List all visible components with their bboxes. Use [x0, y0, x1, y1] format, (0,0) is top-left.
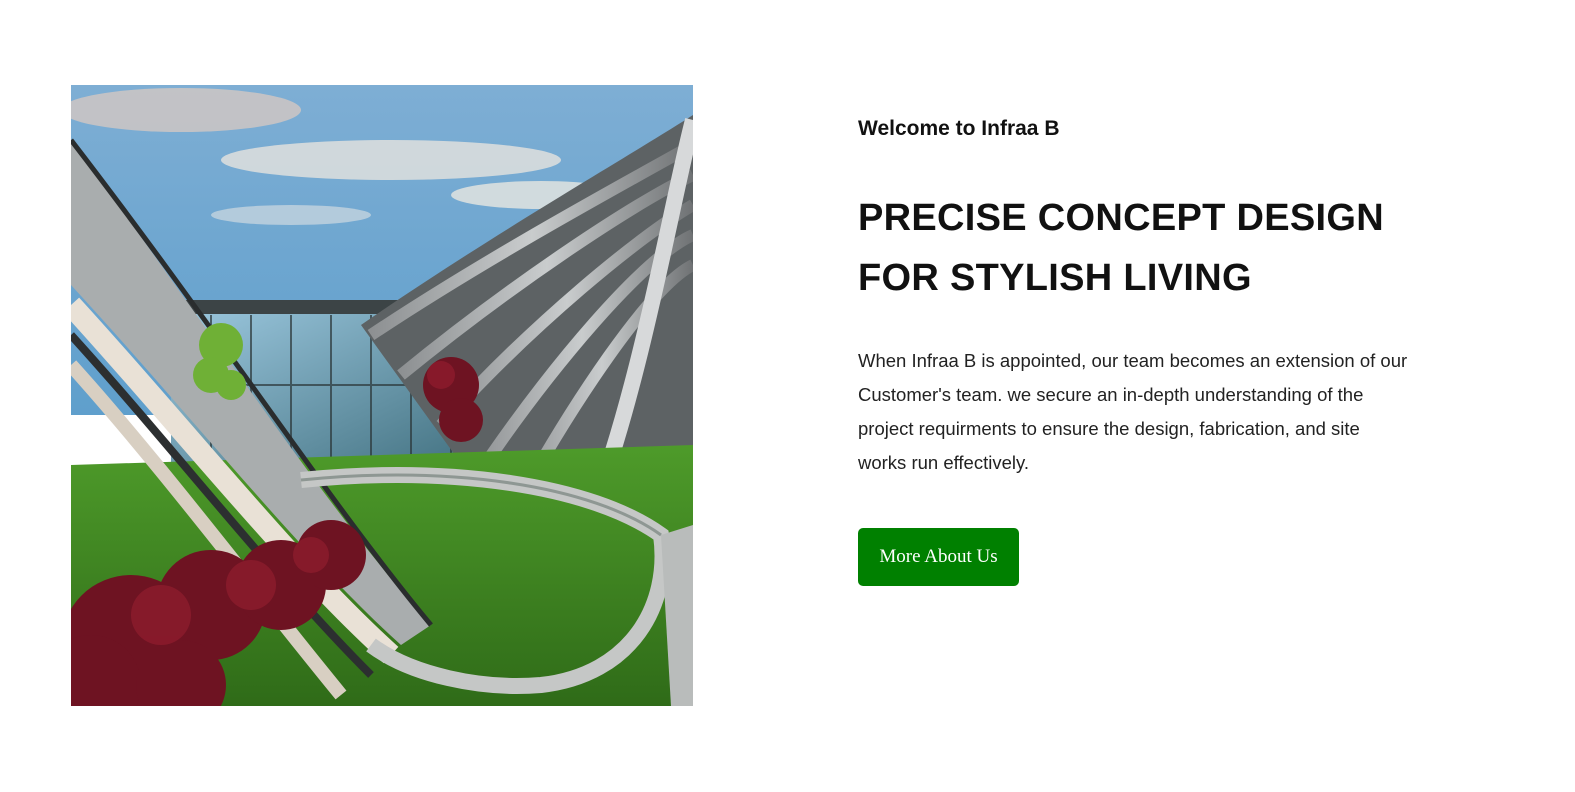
hero-image [71, 85, 693, 706]
headline-line-1: PRECISE CONCEPT DESIGN [858, 197, 1385, 239]
section-description: When Infraa B is appointed, our team bec… [858, 350, 1408, 473]
building-illustration [71, 85, 693, 706]
headline-line-2: FOR STYLISH LIVING [858, 257, 1252, 299]
about-section: Welcome to Infraa B PRECISE CONCEPT DESI… [858, 112, 1418, 586]
welcome-eyebrow: Welcome to Infraa B [858, 117, 1060, 140]
more-about-us-button[interactable]: More About Us [858, 528, 1019, 586]
section-headline: PRECISE CONCEPT DESIGN FOR STYLISH LIVIN… [858, 188, 1418, 308]
